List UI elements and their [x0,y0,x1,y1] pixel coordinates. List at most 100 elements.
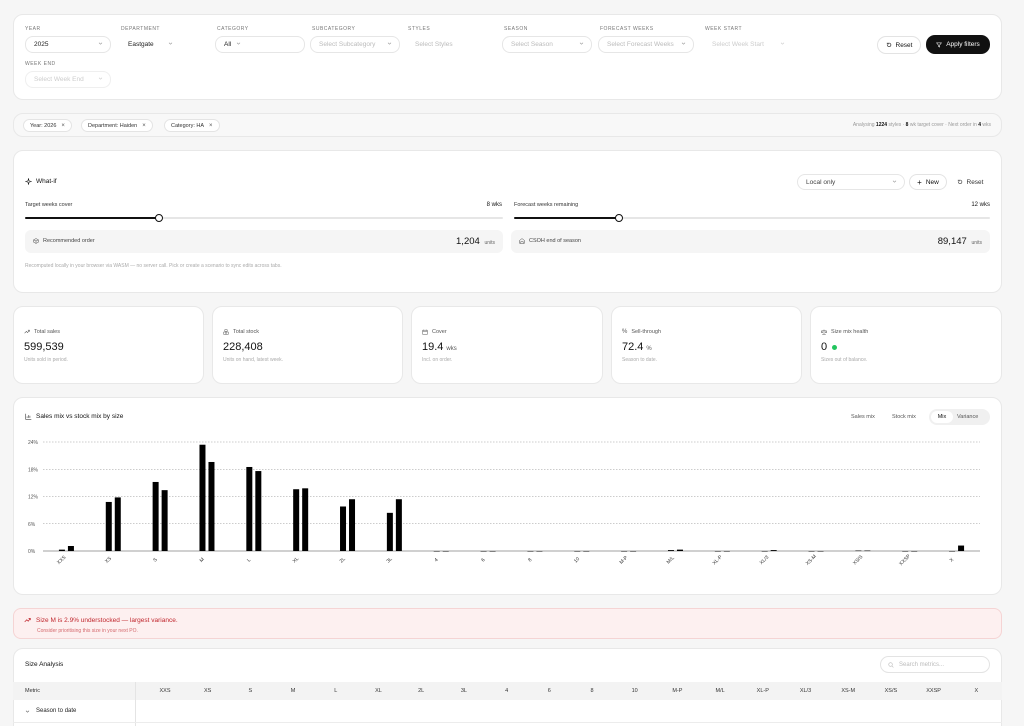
bar-stock [723,551,730,552]
column-header-size[interactable]: XL/3 [792,688,820,694]
column-header-size[interactable]: XL [365,688,393,694]
apply-filters-button[interactable]: Apply filters [926,35,990,54]
reset-filters-button[interactable]: Reset [877,36,921,54]
filter-chip-department[interactable]: Department: Haiden × [81,119,153,132]
analysing-next: 4 [978,122,981,128]
group-row-season-to-date[interactable]: Season to date [13,702,1002,722]
bar-sales [293,489,300,551]
filter-chip-category[interactable]: Category: HA × [164,119,220,132]
bar-stock [864,550,871,552]
analysing-mid2: wk target cover · Next order in [909,122,977,128]
forecast-weeks-fill [514,217,619,219]
styles-select[interactable]: Select Styles [406,36,496,53]
size-table-header: Metric XXS XS S M L XL 2L 3L 4 6 8 10 M-P M/L XL-P XL/3 X… [13,682,1002,700]
column-header-size[interactable]: 4 [493,688,521,694]
forecast-weeks-label: FORECAST WEEKS [600,26,654,32]
bar-sales [386,512,393,551]
scenario-mode-select[interactable]: Local only [797,174,905,190]
bar-stock [302,488,309,551]
season-placeholder: Select Season [511,41,553,48]
filter-chip-label: Department: Haiden [88,122,138,129]
plus-icon: + [917,177,922,187]
column-header-metric[interactable]: Metric [25,688,40,694]
year-label: YEAR [25,26,41,32]
column-header-size[interactable]: X [962,688,990,694]
stat-subtitle: Season to date. [622,357,658,363]
bar-sales [246,466,253,551]
column-header-size[interactable]: 10 [621,688,649,694]
alert-title-row: Size M is 2.9% understocked — largest va… [24,617,178,624]
column-header-size[interactable]: 8 [578,688,606,694]
category-select[interactable]: All [215,36,305,53]
close-icon[interactable]: × [209,123,213,129]
search-icon [888,662,894,668]
category-label: CATEGORY [217,26,249,32]
forecast-weeks-slider[interactable] [514,214,990,222]
week-start-select[interactable]: Select Week Start [703,36,793,53]
bar-stock [161,490,168,551]
variance-alert: Size M is 2.9% understocked — largest va… [13,608,1002,639]
search-metrics-placeholder: Search metrics... [899,662,945,668]
toggle-mix[interactable]: Mix [931,411,953,423]
column-header-size[interactable]: M-P [663,688,691,694]
target-weeks-slider[interactable] [25,214,503,222]
chevron-down-icon [168,42,173,45]
stat-title: Size mix health [831,329,869,335]
column-header-size[interactable]: 2L [407,688,435,694]
y-tick-label: 0% [28,549,36,555]
department-select[interactable]: Eastgate [119,36,181,53]
subcategory-select[interactable]: Select Subcategory [310,36,400,53]
reset-scenario-button[interactable]: Reset [951,174,989,190]
forecast-weeks-handle[interactable] [615,214,623,222]
year-select[interactable]: 2025 [25,36,111,53]
bar-sales [949,551,956,552]
column-header-size[interactable]: 3L [450,688,478,694]
column-header-size[interactable]: XXSP [920,688,948,694]
bar-sales [199,444,206,551]
toggle-variance[interactable]: Variance [957,412,978,422]
search-metrics-input[interactable]: Search metrics... [880,656,990,673]
analysing-prefix: Analysing [852,122,875,128]
chevron-down-icon[interactable] [25,709,30,714]
csoh-value: 89,147 [937,236,967,247]
alert-title: Size M is 2.9% understocked — largest va… [36,617,178,624]
forecast-weeks-placeholder: Select Forecast Weeks [607,41,674,48]
new-scenario-button[interactable]: + New [909,174,947,190]
column-header-size[interactable]: XS/S [877,688,905,694]
stat-card-total-stock: Total stock 228,408 Units on hand, lates… [212,306,403,384]
column-header-size[interactable]: XS-M [834,688,862,694]
column-header-size[interactable]: M/L [706,688,734,694]
forecast-weeks-select[interactable]: Select Forecast Weeks [598,36,694,53]
column-header-size[interactable]: XXS [151,688,179,694]
scenario-mode-value: Local only [806,178,836,186]
column-header-size[interactable]: XL-P [749,688,777,694]
column-header-size[interactable]: L [322,688,350,694]
close-icon[interactable]: × [61,123,65,129]
column-header-size[interactable]: M [279,688,307,694]
week-end-select[interactable]: Select Week End [25,71,111,88]
analysing-styles: 1224 [875,122,888,128]
x-tick-label: XXSP [898,553,912,567]
x-tick-label: 3L [386,556,394,564]
toggle-stock-mix[interactable]: Stock mix [892,414,916,420]
column-header-size[interactable]: XS [194,688,222,694]
close-icon[interactable]: × [142,123,146,129]
stat-title-row: % Sell-through [622,329,661,335]
toggle-sales-mix[interactable]: Sales mix [851,414,875,420]
column-header-size[interactable]: 6 [535,688,563,694]
season-select[interactable]: Select Season [502,36,592,53]
target-weeks-handle[interactable] [155,214,163,222]
percent-icon: % [622,329,628,335]
bar-stock [911,551,918,552]
stat-value-row: 0 [821,341,838,353]
x-tick-label: M/L [666,555,676,565]
chevron-down-icon [780,42,785,45]
bar-stock [817,551,824,552]
reset-filters-label: Reset [895,41,913,49]
mix-variance-segment: Mix Variance [929,409,990,425]
filter-chip-year[interactable]: Year: 2026 × [23,119,72,132]
chevron-down-icon [98,77,103,80]
target-weeks-label: Target weeks cover [25,202,73,208]
x-tick-label: L [246,557,252,563]
column-header-size[interactable]: S [236,688,264,694]
